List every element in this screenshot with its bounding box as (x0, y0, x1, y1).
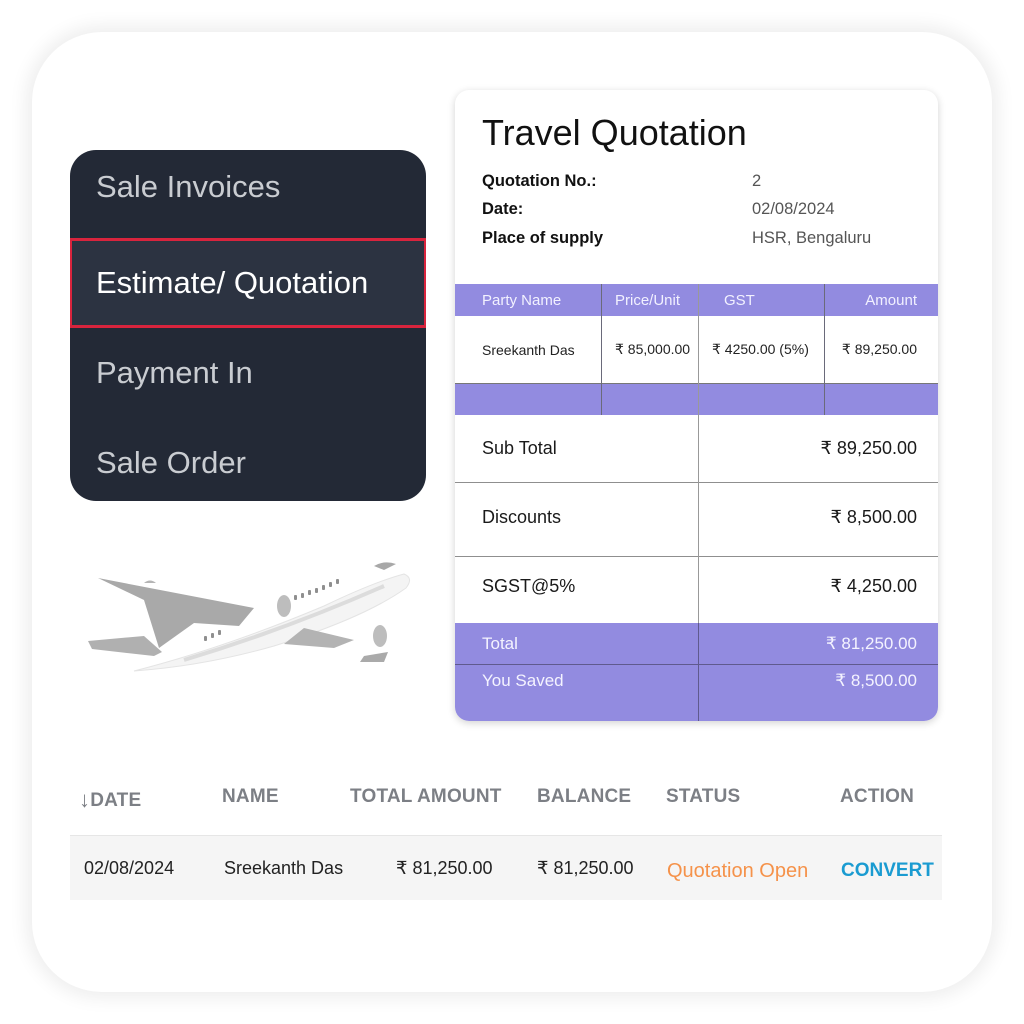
empty-table-row (455, 384, 938, 415)
column-header-balance[interactable]: BALANCE (537, 786, 631, 808)
total-amount-cell: ₹ 81,250.00 (396, 857, 493, 878)
column-divider (601, 284, 602, 415)
amount-cell: ₹ 89,250.00 (841, 341, 917, 357)
menu-item-label: Sale Order (96, 445, 246, 480)
subtotal-value: ₹ 89,250.00 (820, 438, 917, 458)
date-cell: 02/08/2024 (84, 857, 175, 878)
quotation-card: Travel Quotation Quotation No.: 2 Date: … (455, 90, 938, 721)
airplane-icon (88, 562, 410, 672)
column-header-date[interactable]: ↓DATE (79, 786, 141, 812)
items-table-header: Party Name Price/Unit GST Amount (455, 284, 938, 316)
place-of-supply-label: Place of supply (482, 229, 604, 247)
menu-item-label: Payment In (96, 355, 253, 390)
sales-menu: Sale Invoices Estimate/ Quotation Paymen… (70, 150, 426, 501)
column-header-date-label: DATE (90, 790, 142, 811)
column-header-amount: Amount (865, 291, 917, 309)
menu-item-payment-in[interactable]: Payment In (70, 328, 426, 418)
you-saved-label: You Saved (482, 671, 564, 690)
convert-button[interactable]: CONVERT (841, 839, 934, 903)
date-label: Date: (482, 200, 524, 218)
sgst-label: SGST@5% (482, 576, 576, 596)
discounts-value: ₹ 8,500.00 (830, 507, 917, 527)
list-item[interactable]: 02/08/2024 Sreekanth Das ₹ 81,250.00 ₹ 8… (70, 835, 942, 900)
column-header-action: ACTION (840, 786, 915, 807)
column-divider (698, 284, 699, 415)
quotation-title: Travel Quotation (482, 112, 747, 153)
column-header-status[interactable]: STATUS (666, 786, 740, 808)
menu-item-estimate-quotation[interactable]: Estimate/ Quotation (70, 238, 426, 328)
total-value: ₹ 81,250.00 (825, 634, 917, 653)
total-label: Total (482, 634, 518, 653)
subtotal-label: Sub Total (482, 438, 557, 458)
column-divider (698, 415, 699, 623)
menu-item-sale-invoices[interactable]: Sale Invoices (70, 150, 426, 232)
row-divider (455, 556, 938, 557)
row-divider (455, 664, 938, 665)
column-header-total-amount[interactable]: TOTAL AMOUNT (350, 786, 502, 808)
balance-cell: ₹ 81,250.00 (537, 857, 634, 878)
date-value: 02/08/2024 (752, 200, 835, 218)
discounts-label: Discounts (482, 507, 562, 527)
column-divider (698, 623, 699, 721)
name-cell: Sreekanth Das (224, 857, 344, 878)
column-header-name[interactable]: NAME (222, 786, 279, 808)
place-of-supply-value: HSR, Bengaluru (752, 229, 872, 247)
column-header-party-name: Party Name (482, 291, 562, 309)
menu-item-label: Sale Invoices (96, 169, 281, 204)
party-name-cell: Sreekanth Das (482, 341, 575, 358)
you-saved-value: ₹ 8,500.00 (835, 671, 917, 690)
price-cell: ₹ 85,000.00 (615, 341, 691, 357)
quotation-number-value: 2 (752, 172, 762, 190)
gst-cell: ₹ 4250.00 (5%) (712, 341, 809, 357)
menu-item-label: Estimate/ Quotation (96, 265, 369, 300)
quotation-number-label: Quotation No.: (482, 172, 597, 190)
arrow-down-icon: ↓ (79, 787, 91, 812)
column-header-price-unit: Price/Unit (615, 291, 681, 309)
menu-item-sale-order[interactable]: Sale Order (70, 418, 426, 501)
table-row: Sreekanth Das ₹ 85,000.00 ₹ 4250.00 (5%)… (455, 316, 938, 383)
status-badge: Quotation Open (667, 859, 809, 882)
row-divider (455, 482, 938, 483)
column-header-gst: GST (724, 291, 755, 309)
sgst-value: ₹ 4,250.00 (830, 576, 917, 596)
column-divider (824, 284, 825, 415)
